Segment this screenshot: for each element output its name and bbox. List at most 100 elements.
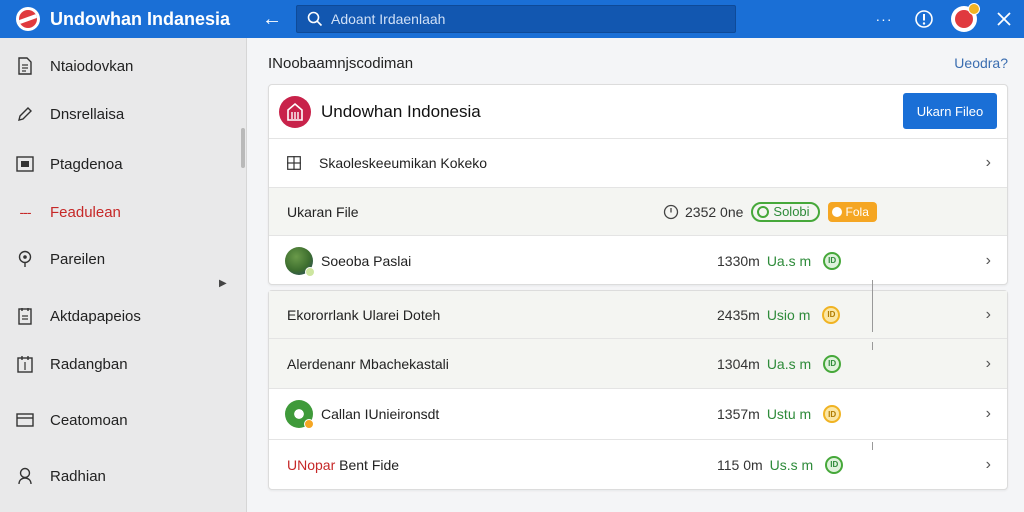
sidebar-item-label: Radangban [50,355,128,373]
item-name: Ekororrlank Ularei Doteh [287,306,441,323]
sidebar-item-6[interactable]: Aktdapapeios [0,296,240,336]
status-badge-green: Solobi [751,201,820,222]
subheader-row[interactable]: Skaoleskeeumikan Kokeko › [269,139,1007,188]
avatar-icon [951,3,980,32]
brand[interactable]: Undowhan Indanesia [0,7,250,31]
calendar-icon [0,355,50,373]
list-item[interactable]: Soeoba Paslai 1330m Ua.s m ID › [269,236,1007,285]
credit-card-icon [0,413,50,427]
list-item[interactable]: UNopar Bent Fide 115 0m Us.s m ID › [269,440,1007,489]
summary-stats: 2352 0ne Solobi Fola [663,201,877,222]
item-size: 1357m [717,406,760,422]
item-unit: Ua.s m [766,355,812,372]
item-unit: Us.s m [769,456,814,473]
search-bar[interactable] [296,5,736,33]
summary-label: Ukaran File [287,203,359,220]
user-avatar[interactable] [944,0,984,38]
list-item[interactable]: Ekororrlank Ularei Doteh 2435m Usio m ID… [269,291,1007,339]
item-size: 1304m [717,355,760,372]
upload-file-button[interactable]: Ukarn Fileo [903,93,997,129]
sidebar-item-8[interactable]: Ceatomoan [0,400,240,440]
location-pin-icon [0,250,50,268]
sidebar-item-1[interactable]: Ntaiodovkan [0,46,240,86]
app-title: Undowhan Indanesia [50,8,231,29]
item-unit: Usio m [766,306,811,323]
sidebar-item-label: Ceatomoan [50,411,128,429]
chevron-right-icon: › [985,251,991,269]
back-arrow-icon[interactable]: ← [252,8,292,31]
info-icon[interactable] [904,0,944,38]
org-name: Undowhan Indonesia [321,101,481,121]
item-name: Soeoba Paslai [321,252,412,269]
sidebar-item-label: Pareilen [50,250,106,268]
sidebar: Ntaiodovkan Dnsrellaisa Ptagdenoa ‑‑‑ Fe… [0,38,247,512]
brand-logo-icon [16,7,40,31]
sidebar-item-7[interactable]: Radangban [0,344,240,384]
sidebar-item-3[interactable]: Ptagdenoa [0,144,240,184]
summary-row: Ukaran File 2352 0ne Solobi Fola [269,188,1007,236]
help-link[interactable]: Ueodra? [954,55,1008,71]
summary-stat: 2352 0ne [685,203,744,220]
item-name: Alerdenanr Mbachekastali [287,355,449,372]
file-list-card: Ekororrlank Ularei Doteh 2435m Usio m ID… [268,290,1008,490]
divider [872,342,873,350]
item-size: 1330m [717,252,760,269]
pencil-icon [0,105,50,123]
item-meta: 1357m Ustu m ID [717,405,842,423]
status-badge-orange: Fola [827,201,877,222]
subheader-label: Skaoleskeeumikan Kokeko [319,155,488,171]
organization-card: Undowhan Indonesia Ukarn Fileo Skaoleske… [268,84,1008,285]
section-title: INoobaamnjscodiman [268,55,414,72]
item-meta: 1330m Ua.s m ID [717,251,842,270]
chevron-right-icon: › [985,405,991,422]
document-icon [0,57,50,75]
caret-right-icon[interactable]: ▶ [219,278,227,289]
list-item[interactable]: Alerdenanr Mbachekastali 1304m Ua.s m ID… [269,339,1007,389]
item-avatar [285,246,315,277]
item-meta: 115 0m Us.s m ID [717,455,844,474]
clock-icon [663,204,679,219]
sidebar-item-label: Ntaiodovkan [50,57,134,75]
picture-icon [0,156,50,172]
chevron-right-icon: › [985,455,991,473]
clipboard-icon [0,307,50,325]
status-dot: ID [823,251,842,270]
item-name: Callan IUnieironsdt [321,406,440,422]
status-dot: ID [823,405,842,423]
divider [872,442,873,450]
status-dot: ID [823,354,842,373]
item-name-accent: UNopar [287,456,336,473]
item-size: 2435m [717,306,760,323]
item-meta: 1304m Ua.s m ID [717,354,842,373]
sidebar-item-4[interactable]: ‑‑‑ Feadulean [0,192,240,232]
search-input[interactable] [331,11,711,27]
chevron-right-icon: › [985,305,991,323]
item-meta: 2435m Usio m ID [717,305,841,324]
top-bar: Undowhan Indanesia ← ··· [0,0,1024,38]
sidebar-scrollbar[interactable] [241,128,245,168]
status-dot: ID [825,455,844,474]
dashes-icon: ‑‑‑ [19,204,32,220]
org-header-row: Undowhan Indonesia Ukarn Fileo [269,85,1007,139]
org-logo-icon [279,95,311,128]
item-name-rest: Bent Fide [339,456,400,473]
sidebar-item-label: Ptagdenoa [50,155,123,173]
sidebar-item-label: Radhian [50,467,106,485]
sidebar-item-9[interactable]: Radhian [0,456,240,496]
item-name: UNopar Bent Fide [287,457,399,473]
person-icon [0,467,50,485]
sidebar-item-2[interactable]: Dnsrellaisa [0,94,240,134]
more-dots-icon[interactable]: ··· [864,0,904,38]
item-unit: Ustu m [766,406,812,422]
divider [872,280,873,332]
close-icon[interactable] [984,0,1024,38]
chevron-right-icon: › [985,154,991,171]
list-item[interactable]: Callan IUnieironsdt 1357m Ustu m ID › [269,389,1007,440]
item-size: 115 0m [717,456,763,473]
item-avatar [285,400,314,429]
search-icon [307,11,323,27]
item-unit: Ua.s m [766,252,812,269]
chevron-right-icon: › [985,354,991,372]
sidebar-item-5[interactable]: Pareilen [0,239,240,279]
status-dot: ID [822,305,841,324]
